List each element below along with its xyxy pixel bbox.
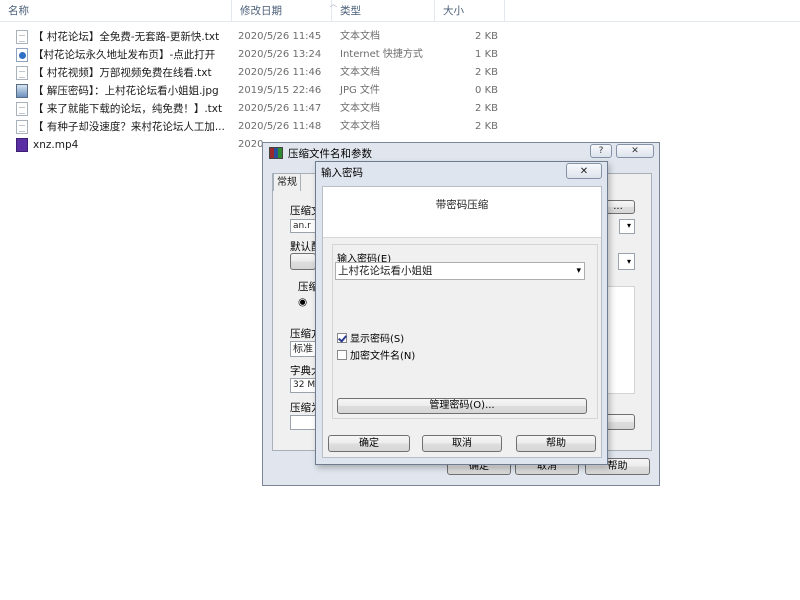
file-row[interactable]: 【 来了就能下载的论坛，纯免费！】.txt 2020/5/26 11:47 文本… bbox=[0, 100, 800, 118]
dialog-title: 输入密码 bbox=[321, 167, 363, 179]
format-radio[interactable]: ◉ bbox=[298, 296, 307, 308]
file-type: 文本文档 bbox=[340, 31, 380, 42]
column-header-bar: 名称 修改日期 类型 大小 ︿ bbox=[0, 0, 800, 22]
dialog-title: 压缩文件名和参数 bbox=[269, 146, 372, 162]
file-name: xnz.mp4 bbox=[33, 139, 79, 151]
winrar-icon bbox=[269, 147, 283, 159]
help-button[interactable]: 帮助 bbox=[516, 435, 596, 452]
file-date: 2020/5/26 11:45 bbox=[238, 31, 322, 42]
video-file-icon bbox=[16, 138, 28, 152]
file-type: Internet 快捷方式 bbox=[340, 49, 423, 60]
file-row[interactable]: 【 村花视频】万部视频免费在线看.txt 2020/5/26 11:46 文本文… bbox=[0, 64, 800, 82]
file-type: 文本文档 bbox=[340, 121, 380, 132]
file-name: 【 村花论坛】全免费-无套路-更新快.txt bbox=[33, 31, 220, 43]
file-size: 2 KB bbox=[475, 31, 498, 42]
file-name: 【 有种子却没速度？来村花论坛人工加... bbox=[33, 121, 225, 133]
text-file-icon bbox=[16, 120, 28, 134]
column-type[interactable]: 类型 bbox=[332, 0, 435, 21]
file-row[interactable]: 【 解压密码】：上村花论坛看小姐姐.jpg 2019/5/15 22:46 JP… bbox=[0, 82, 800, 100]
file-name: 【村花论坛永久地址发布页】-点此打开 bbox=[33, 49, 216, 61]
file-row[interactable]: 【 有种子却没速度？来村花论坛人工加... 2020/5/26 11:48 文本… bbox=[0, 118, 800, 136]
password-input[interactable]: 上村花论坛看小姐姐 ▾ bbox=[335, 262, 585, 280]
file-size: 1 KB bbox=[475, 49, 498, 60]
file-name: 【 解压密码】：上村花论坛看小姐姐.jpg bbox=[33, 85, 219, 97]
sort-ascending-icon: ︿ bbox=[330, 0, 337, 8]
file-size: 0 KB bbox=[475, 85, 498, 96]
file-size: 2 KB bbox=[475, 103, 498, 114]
text-file-icon bbox=[16, 102, 28, 116]
file-row[interactable]: 【村花论坛永久地址发布页】-点此打开 2020/5/26 13:24 Inter… bbox=[0, 46, 800, 64]
chevron-down-icon: ▾ bbox=[626, 221, 631, 230]
file-date: 2020/5/26 11:47 bbox=[238, 103, 322, 114]
internet-shortcut-icon bbox=[16, 48, 28, 62]
chevron-down-icon[interactable]: ▾ bbox=[576, 263, 581, 279]
enter-password-dialog: 输入密码 ✕ 带密码压缩 输入密码(E) 上村花论坛看小姐姐 ▾ 显示密码(S)… bbox=[315, 161, 608, 465]
file-size: 2 KB bbox=[475, 121, 498, 132]
close-icon[interactable]: ✕ bbox=[566, 163, 602, 179]
archive-name-dropdown[interactable]: ▾ bbox=[619, 219, 635, 234]
column-name[interactable]: 名称 bbox=[0, 0, 232, 21]
file-date: 2020/5/26 13:24 bbox=[238, 49, 322, 60]
dialog-header: 带密码压缩 bbox=[323, 187, 601, 238]
profiles-button[interactable] bbox=[290, 253, 316, 270]
file-date: 2020 bbox=[238, 139, 264, 150]
split-volumes-input[interactable] bbox=[290, 415, 316, 430]
password-panel: 带密码压缩 bbox=[322, 186, 602, 458]
checkbox-checked-icon bbox=[337, 333, 347, 343]
file-type: 文本文档 bbox=[340, 67, 380, 78]
compression-method-select[interactable]: 标准 bbox=[290, 341, 316, 357]
file-date: 2020/5/26 11:48 bbox=[238, 121, 322, 132]
show-password-checkbox[interactable]: 显示密码(S) bbox=[337, 330, 404, 345]
tab-general[interactable]: 常规 bbox=[273, 173, 301, 191]
file-type: JPG 文件 bbox=[340, 85, 380, 96]
file-list: 【 村花论坛】全免费-无套路-更新快.txt 2020/5/26 11:45 文… bbox=[0, 28, 800, 154]
file-type: 文本文档 bbox=[340, 103, 380, 114]
dialog-heading: 带密码压缩 bbox=[435, 199, 489, 211]
manage-passwords-button[interactable]: 管理密码(O)... bbox=[337, 398, 587, 414]
file-row[interactable]: 【 村花论坛】全免费-无套路-更新快.txt 2020/5/26 11:45 文… bbox=[0, 28, 800, 46]
close-icon[interactable]: ✕ bbox=[616, 144, 654, 158]
text-file-icon bbox=[16, 30, 28, 44]
image-file-icon bbox=[16, 84, 28, 98]
help-icon[interactable]: ? bbox=[590, 144, 612, 158]
column-date[interactable]: 修改日期 bbox=[232, 0, 332, 21]
encrypt-filenames-checkbox[interactable]: 加密文件名(N) bbox=[337, 347, 415, 362]
archive-name-input[interactable]: an.r bbox=[290, 219, 316, 233]
file-date: 2020/5/26 11:46 bbox=[238, 67, 322, 78]
text-file-icon bbox=[16, 66, 28, 80]
column-size[interactable]: 大小 bbox=[435, 0, 505, 21]
chevron-down-icon: ▾ bbox=[626, 257, 631, 266]
update-mode-dropdown[interactable]: ▾ bbox=[618, 253, 635, 270]
cancel-button[interactable]: 取消 bbox=[422, 435, 502, 452]
file-date: 2019/5/15 22:46 bbox=[238, 85, 322, 96]
password-value: 上村花论坛看小姐姐 bbox=[338, 265, 433, 277]
dictionary-size-select[interactable]: 32 M bbox=[290, 378, 316, 393]
file-size: 2 KB bbox=[475, 67, 498, 78]
ok-button[interactable]: 确定 bbox=[328, 435, 410, 452]
file-name: 【 村花视频】万部视频免费在线看.txt bbox=[33, 67, 212, 79]
file-name: 【 来了就能下载的论坛，纯免费！】.txt bbox=[33, 103, 223, 115]
checkbox-unchecked-icon bbox=[337, 350, 347, 360]
